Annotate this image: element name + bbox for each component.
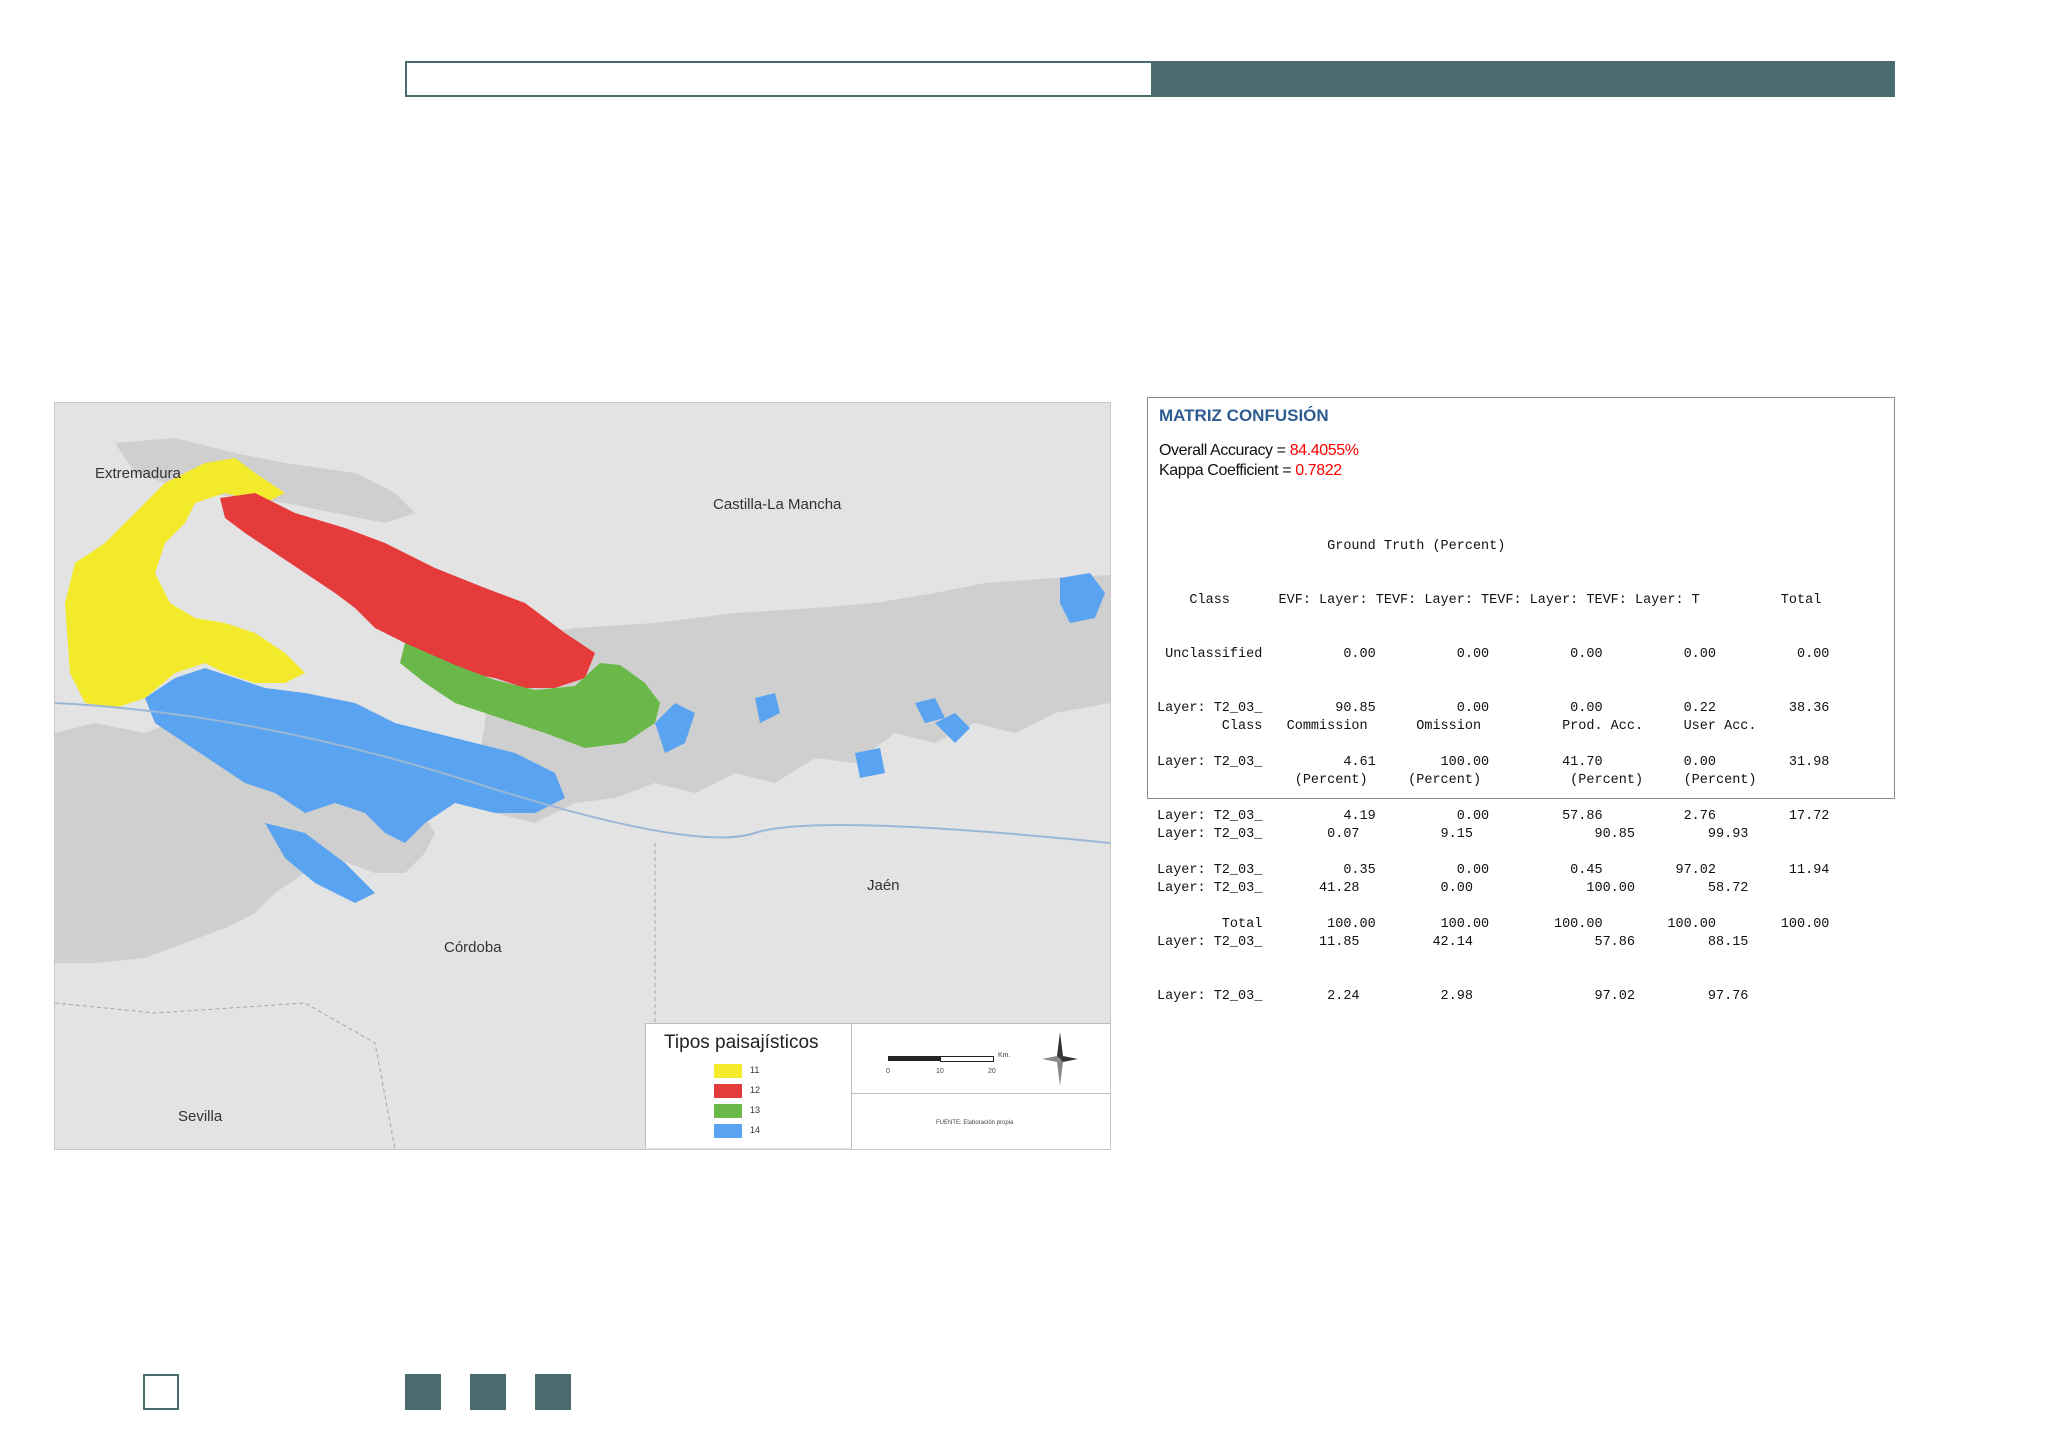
region-label-extremadura: Extremadura bbox=[95, 465, 181, 482]
scale-unit: Km. bbox=[998, 1052, 1011, 1059]
map-legend: Tipos paisajísticos 11 12 13 14 bbox=[645, 1023, 852, 1148]
source-note: FUENTE: Elaboración propia bbox=[936, 1120, 1014, 1126]
zone-14-patch bbox=[855, 748, 885, 778]
legend-swatch bbox=[714, 1084, 742, 1098]
kappa-label: Kappa Coefficient = bbox=[1159, 462, 1296, 479]
nav-square[interactable] bbox=[405, 1374, 441, 1410]
table-row: Layer: T2_03_ 0.07 9.15 90.85 99.93 bbox=[1157, 827, 1749, 842]
confusion-matrix-panel: MATRIZ CONFUSIÓN Overall Accuracy = 84.4… bbox=[1147, 397, 1895, 1004]
scale-bar-segment bbox=[940, 1056, 994, 1062]
scale-tick-label: 0 bbox=[886, 1068, 890, 1075]
overall-accuracy-label: Overall Accuracy = bbox=[1159, 442, 1290, 459]
scale-bar-segment bbox=[888, 1056, 940, 1061]
landscape-map: Extremadura Castilla-La Mancha Jaén Córd… bbox=[54, 402, 1111, 1150]
kappa-coefficient: Kappa Coefficient = 0.7822 bbox=[1159, 462, 1342, 480]
legend-label: 12 bbox=[750, 1085, 761, 1095]
table-row: Layer: T2_03_ 2.24 2.98 97.02 97.76 bbox=[1157, 989, 1749, 1004]
legend-label: 11 bbox=[750, 1065, 760, 1075]
confusion-matrix-title: MATRIZ CONFUSIÓN bbox=[1159, 406, 1329, 425]
scale-bar-panel: 0 10 20 Km. bbox=[851, 1023, 1110, 1094]
legend-title: Tipos paisajísticos bbox=[664, 1032, 819, 1053]
overall-accuracy-value: 84.4055% bbox=[1289, 442, 1359, 459]
overall-accuracy: Overall Accuracy = 84.4055% bbox=[1159, 442, 1359, 460]
legend-label: 13 bbox=[750, 1105, 761, 1115]
legend-swatch bbox=[714, 1104, 742, 1118]
scale-tick-label: 10 bbox=[936, 1068, 944, 1075]
table-row: Layer: T2_03_ 41.28 0.00 100.00 58.72 bbox=[1157, 881, 1749, 896]
region-label-cordoba: Córdoba bbox=[444, 939, 502, 956]
table-row: Unclassified 0.00 0.00 0.00 0.00 0.00 bbox=[1157, 647, 1830, 662]
region-label-sevilla: Sevilla bbox=[178, 1108, 223, 1125]
scale-tick-label: 20 bbox=[988, 1068, 996, 1075]
table-row: Ground Truth (Percent) bbox=[1157, 539, 1506, 554]
table-row: Class EVF: Layer: TEVF: Layer: TEVF: Lay… bbox=[1157, 593, 1822, 608]
nav-square[interactable] bbox=[470, 1374, 506, 1410]
header-bar-right bbox=[1151, 61, 1895, 97]
page-marker-box bbox=[143, 1374, 179, 1410]
table-row: Layer: T2_03_ 11.85 42.14 57.86 88.15 bbox=[1157, 935, 1749, 950]
accuracy-table: Class Commission Omission Prod. Acc. Use… bbox=[1157, 682, 1757, 1042]
header-bar bbox=[405, 61, 1895, 97]
north-arrow-icon bbox=[1042, 1032, 1078, 1086]
source-panel: FUENTE: Elaboración propia bbox=[851, 1093, 1110, 1149]
region-label-castilla: Castilla-La Mancha bbox=[713, 496, 842, 513]
legend-swatch bbox=[714, 1064, 742, 1078]
region-label-jaen: Jaén bbox=[867, 877, 900, 894]
kappa-value: 0.7822 bbox=[1295, 462, 1342, 479]
legend-swatch bbox=[714, 1124, 742, 1138]
header-bar-left bbox=[405, 61, 1155, 97]
table-row: Class Commission Omission Prod. Acc. Use… bbox=[1157, 719, 1757, 734]
nav-square[interactable] bbox=[535, 1374, 571, 1410]
table-row: (Percent) (Percent) (Percent) (Percent) bbox=[1157, 773, 1757, 788]
legend-label: 14 bbox=[750, 1125, 761, 1135]
